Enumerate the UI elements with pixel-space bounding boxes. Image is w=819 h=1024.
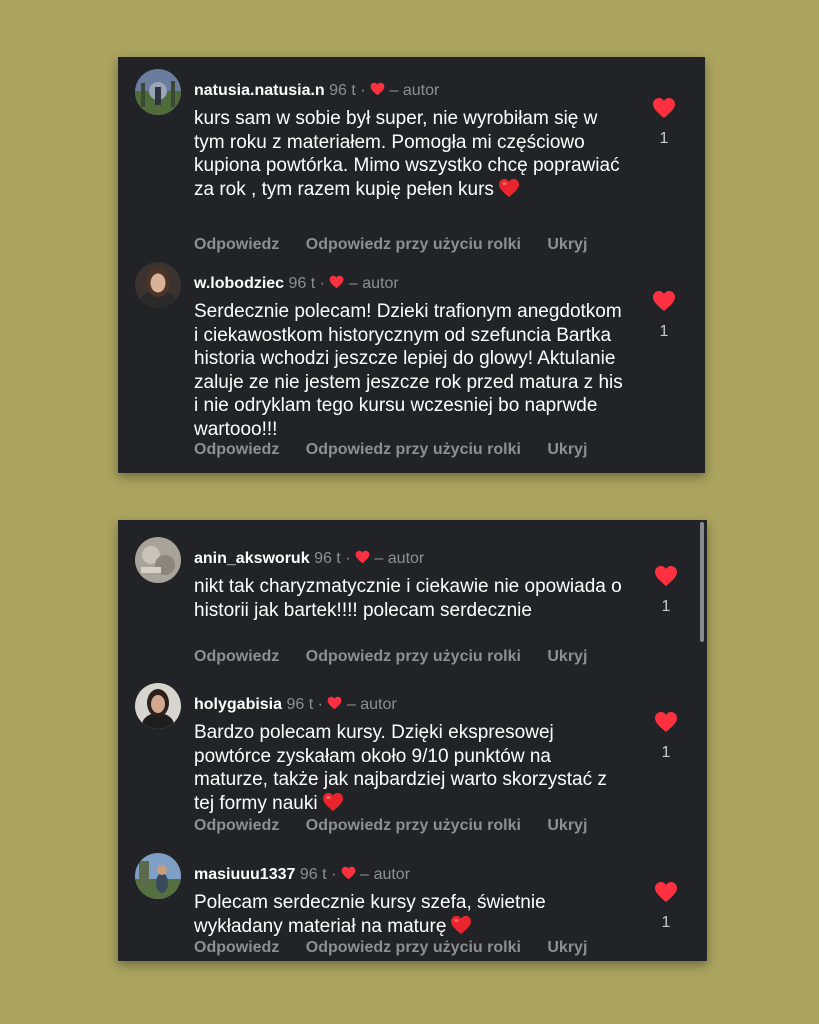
avatar[interactable] — [135, 683, 181, 729]
hide-button[interactable]: Ukryj — [547, 939, 587, 956]
landscape-avatar-icon — [135, 69, 181, 115]
hide-button[interactable]: Ukryj — [547, 441, 587, 458]
separator-dot: · — [345, 550, 351, 567]
avatar[interactable] — [135, 69, 181, 115]
avatar[interactable] — [135, 537, 181, 583]
like-count: 1 — [661, 744, 671, 761]
reply-button[interactable]: Odpowiedz — [194, 236, 279, 253]
like-area: 1 — [651, 97, 677, 148]
author-liked-heart-icon — [341, 866, 356, 880]
like-area: 1 — [651, 290, 677, 341]
hide-button[interactable]: Ukryj — [547, 236, 587, 253]
like-heart-icon[interactable] — [652, 97, 676, 119]
comment-text-content: Polecam serdecznie kursy szefa, świetnie… — [194, 892, 546, 937]
author-liked-heart-icon — [328, 696, 342, 710]
username[interactable]: masiuuu1337 — [194, 866, 295, 883]
like-area: 1 — [653, 881, 679, 932]
scrollbar[interactable] — [700, 522, 704, 642]
like-area: 1 — [653, 565, 679, 616]
author-liked-heart-icon — [355, 550, 370, 564]
reply-button[interactable]: Odpowiedz — [194, 939, 279, 956]
like-heart-icon[interactable] — [654, 565, 678, 587]
comment-text: Bardzo polecam kursy. Dzięki ekspresowej… — [194, 721, 624, 815]
reel-reply-button[interactable]: Odpowiedz przy użyciu rolki — [306, 441, 521, 458]
like-heart-icon[interactable] — [654, 881, 678, 903]
comments-panel-bottom: anin_aksworuk 96 t · – autor nikt tak ch… — [118, 520, 707, 961]
like-heart-icon[interactable] — [652, 290, 676, 312]
comment-actions: Odpowiedz Odpowiedz przy użyciu rolki Uk… — [194, 647, 609, 667]
comment-text-content: kurs sam w sobie był super, nie wyrobiła… — [194, 108, 620, 200]
author-label: – autor — [348, 275, 399, 292]
comment-actions: Odpowiedz Odpowiedz przy użyciu rolki Uk… — [194, 938, 609, 958]
reel-reply-button[interactable]: Odpowiedz przy użyciu rolki — [306, 648, 521, 665]
hide-button[interactable]: Ukryj — [547, 648, 587, 665]
like-count: 1 — [661, 598, 671, 615]
comment-meta: w.lobodziec 96 t · – autor — [194, 274, 399, 294]
separator-dot: · — [319, 275, 325, 292]
comment-time: 96 t — [314, 550, 341, 567]
comment-actions: Odpowiedz Odpowiedz przy użyciu rolki Uk… — [194, 440, 609, 460]
comment-time: 96 t — [329, 82, 356, 99]
comment-meta: natusia.natusia.n 96 t · – autor — [194, 81, 439, 101]
author-label: – autor — [374, 550, 425, 567]
portrait-avatar-icon — [135, 262, 181, 308]
portrait-avatar-icon — [135, 683, 181, 729]
hide-button[interactable]: Ukryj — [547, 817, 587, 834]
author-liked-heart-icon — [330, 275, 344, 289]
comment-meta: anin_aksworuk 96 t · – autor — [194, 549, 424, 569]
red-heart-emoji-icon — [322, 792, 343, 811]
comment-time: 96 t — [288, 275, 316, 292]
comment-meta: masiuuu1337 96 t · – autor — [194, 865, 410, 885]
like-heart-icon[interactable] — [654, 711, 678, 733]
comment-text-content: nikt tak charyzmatycznie i ciekawie nie … — [194, 576, 622, 621]
comment-actions: Odpowiedz Odpowiedz przy użyciu rolki Uk… — [194, 816, 609, 836]
author-liked-heart-icon — [370, 82, 385, 96]
comment-text-content: Serdecznie polecam! Dzieki trafionym ane… — [194, 301, 623, 440]
separator-dot: · — [330, 866, 337, 883]
username[interactable]: natusia.natusia.n — [194, 82, 325, 99]
comment-text: nikt tak charyzmatycznie i ciekawie nie … — [194, 575, 624, 622]
like-area: 1 — [653, 711, 679, 762]
reel-reply-button[interactable]: Odpowiedz przy użyciu rolki — [306, 817, 521, 834]
comment-actions: Odpowiedz Odpowiedz przy użyciu rolki Uk… — [194, 235, 609, 255]
username[interactable]: w.lobodziec — [194, 275, 284, 292]
reply-button[interactable]: Odpowiedz — [194, 817, 279, 834]
reply-button[interactable]: Odpowiedz — [194, 648, 279, 665]
username[interactable]: holygabisia — [194, 696, 282, 713]
author-label: – autor — [389, 82, 440, 99]
author-label: – autor — [346, 696, 397, 713]
reel-reply-button[interactable]: Odpowiedz przy użyciu rolki — [306, 236, 521, 253]
outdoor-avatar-icon — [135, 853, 181, 899]
like-count: 1 — [661, 914, 671, 931]
separator-dot: · — [360, 82, 366, 99]
comment-meta: holygabisia 96 t · – autor — [194, 695, 397, 715]
username[interactable]: anin_aksworuk — [194, 550, 310, 567]
like-count: 1 — [659, 323, 669, 340]
red-heart-emoji-icon — [451, 915, 472, 934]
red-heart-emoji-icon — [498, 178, 519, 197]
grey-avatar-icon — [135, 537, 181, 583]
like-count: 1 — [659, 130, 669, 147]
comment-time: 96 t — [286, 696, 314, 713]
reply-button[interactable]: Odpowiedz — [194, 441, 279, 458]
comment-time: 96 t — [299, 866, 327, 883]
avatar[interactable] — [135, 853, 181, 899]
comment-text: Serdecznie polecam! Dzieki trafionym ane… — [194, 300, 624, 441]
comments-panel-top: natusia.natusia.n 96 t · – autor kurs sa… — [118, 57, 705, 473]
comment-text-content: Bardzo polecam kursy. Dzięki ekspresowej… — [194, 722, 607, 814]
comment-text: kurs sam w sobie był super, nie wyrobiła… — [194, 107, 624, 201]
comment-text: Polecam serdecznie kursy szefa, świetnie… — [194, 891, 624, 938]
author-label: – autor — [360, 866, 411, 883]
separator-dot: · — [317, 696, 323, 713]
reel-reply-button[interactable]: Odpowiedz przy użyciu rolki — [306, 939, 521, 956]
avatar[interactable] — [135, 262, 181, 308]
